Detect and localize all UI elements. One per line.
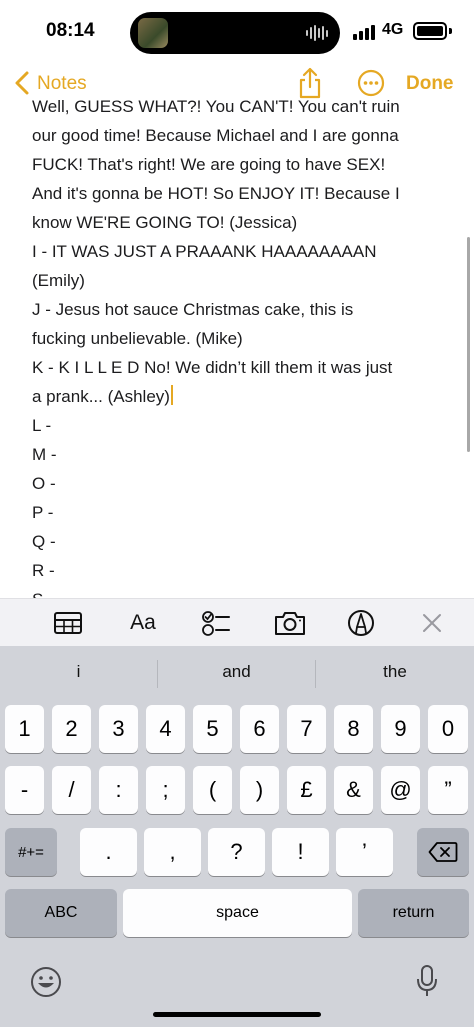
key-9[interactable]: 9 <box>381 705 420 753</box>
table-icon[interactable] <box>52 609 84 637</box>
status-bar: 08:14 4G <box>0 0 474 64</box>
note-line: (Emily) <box>32 271 85 290</box>
key-open-paren[interactable]: ( <box>193 766 232 814</box>
note-line: J - Jesus hot sauce Christmas cake, this… <box>32 300 354 319</box>
key-period[interactable]: . <box>80 828 137 876</box>
key-colon[interactable]: : <box>99 766 138 814</box>
key-1[interactable]: 1 <box>5 705 44 753</box>
note-line: S - <box>32 585 442 598</box>
note-line: Q - <box>32 532 56 551</box>
note-line: know WE'RE GOING TO! (Jessica) <box>32 213 298 232</box>
key-question[interactable]: ? <box>208 828 265 876</box>
key-exclamation[interactable]: ! <box>272 828 329 876</box>
key-slash[interactable]: / <box>52 766 91 814</box>
key-8[interactable]: 8 <box>334 705 373 753</box>
note-line: O - <box>32 474 56 493</box>
return-key[interactable]: return <box>358 889 469 937</box>
battery-icon <box>413 22 447 40</box>
key-0[interactable]: 0 <box>428 705 468 753</box>
close-icon[interactable] <box>420 609 444 637</box>
dynamic-island[interactable] <box>130 12 340 54</box>
note-line: our good time! Because Michael and I are… <box>32 126 399 145</box>
format-toolbar: Aa <box>0 598 474 646</box>
predictive-bar: i and the <box>0 646 474 698</box>
key-3[interactable]: 3 <box>99 705 138 753</box>
camera-icon[interactable] <box>273 609 307 637</box>
space-key[interactable]: space <box>123 889 352 937</box>
key-6[interactable]: 6 <box>240 705 279 753</box>
cellular-signal-icon <box>353 24 377 40</box>
note-line: P - <box>32 503 54 522</box>
back-chevron-icon[interactable] <box>12 70 34 96</box>
note-line: I - IT WAS JUST A PRAAANK HAAAAAAAAN <box>32 242 377 261</box>
note-line: a prank... (Ashley) <box>32 387 170 406</box>
key-2[interactable]: 2 <box>52 705 91 753</box>
key-more-symbols[interactable]: #+= <box>5 828 57 876</box>
note-line: And it's gonna be HOT! So ENJOY IT! Beca… <box>32 184 400 203</box>
note-line-with-caret: a prank... (Ashley) <box>32 382 442 411</box>
backspace-icon <box>428 842 458 862</box>
key-4[interactable]: 4 <box>146 705 185 753</box>
note-line: K - K I L L E D No! We didn’t kill them … <box>32 358 393 377</box>
key-7[interactable]: 7 <box>287 705 326 753</box>
battery-cap <box>449 28 452 34</box>
key-close-paren[interactable]: ) <box>240 766 279 814</box>
back-button[interactable]: Notes <box>37 73 87 95</box>
abc-key[interactable]: ABC <box>5 889 117 937</box>
keyboard: i and the 1 2 3 4 5 6 7 8 9 0 - / : ; ( … <box>0 646 474 1027</box>
markup-pen-icon[interactable] <box>346 609 376 637</box>
key-pound[interactable]: £ <box>287 766 326 814</box>
text-caret <box>170 385 173 405</box>
network-type: 4G <box>382 21 404 38</box>
key-semicolon[interactable]: ; <box>146 766 185 814</box>
note-line: M - <box>32 445 57 464</box>
key-comma[interactable]: , <box>144 828 201 876</box>
home-indicator[interactable] <box>153 1012 321 1017</box>
note-body[interactable]: Well, GUESS WHAT?! You CAN'T! You can't … <box>32 96 442 598</box>
scroll-indicator[interactable] <box>467 237 470 452</box>
key-ampersand[interactable]: & <box>334 766 373 814</box>
note-line: FUCK! That's right! We are going to have… <box>32 155 386 174</box>
emoji-icon[interactable] <box>30 966 62 998</box>
key-at[interactable]: @ <box>381 766 420 814</box>
status-time: 08:14 <box>46 20 95 41</box>
note-line: L - <box>32 416 52 435</box>
done-button[interactable]: Done <box>406 73 454 95</box>
backspace-key[interactable] <box>417 828 469 876</box>
microphone-icon[interactable] <box>416 964 438 998</box>
key-5[interactable]: 5 <box>193 705 232 753</box>
checklist-icon[interactable] <box>200 609 232 637</box>
key-hyphen[interactable]: - <box>5 766 44 814</box>
note-line: Well, GUESS WHAT?! You CAN'T! You can't … <box>32 97 400 116</box>
note-line: R - <box>32 561 55 580</box>
now-playing-artwork <box>138 18 168 48</box>
share-icon[interactable] <box>296 66 324 100</box>
note-line: fucking unbelievable. (Mike) <box>32 329 243 348</box>
text-format-button[interactable]: Aa <box>126 609 160 637</box>
prediction-1[interactable]: i <box>0 646 157 698</box>
audio-waveform-icon <box>306 25 328 41</box>
prediction-3[interactable]: the <box>316 646 474 698</box>
more-options-icon[interactable] <box>357 69 385 97</box>
key-quote[interactable]: ” <box>428 766 468 814</box>
key-apostrophe[interactable]: ’ <box>336 828 393 876</box>
prediction-2[interactable]: and <box>158 646 315 698</box>
